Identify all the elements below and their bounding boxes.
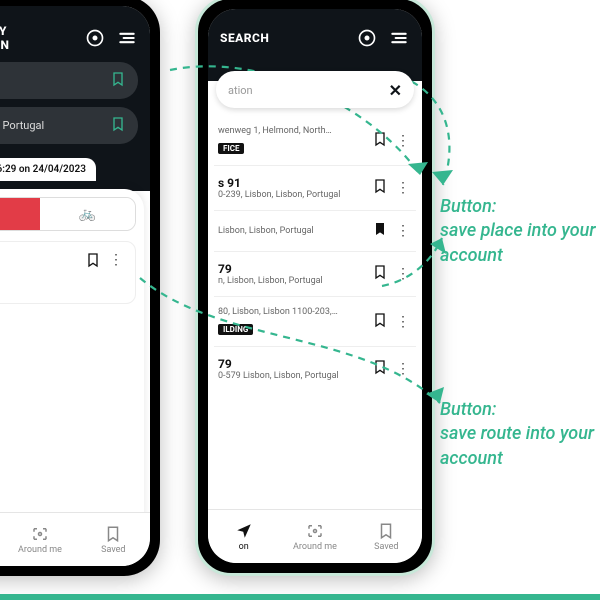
item-address: Lisbon, Lisbon, Portugal bbox=[218, 226, 366, 236]
bookmark-icon[interactable] bbox=[372, 131, 388, 151]
route-title: oz bbox=[0, 252, 79, 266]
list-item[interactable]: 79n, Lisbon, Lisbon, Portugal ⋮ bbox=[214, 251, 416, 296]
bottom-tabs: on Around me Saved bbox=[0, 512, 150, 566]
close-icon[interactable]: ✕ bbox=[389, 81, 402, 100]
origin-field[interactable]: ation bbox=[0, 62, 138, 99]
overflow-icon[interactable]: ⋮ bbox=[394, 314, 412, 330]
tab-saved[interactable]: Saved bbox=[351, 522, 422, 552]
item-badge: ILDING bbox=[218, 324, 253, 335]
list-item[interactable]: 790-579 Lisbon, Lisbon, Portugal ⋮ bbox=[214, 346, 416, 391]
footer-strip bbox=[0, 594, 600, 600]
places-list: wenweg 1, Helmond, North…FICE⋮s 910-239,… bbox=[208, 108, 422, 563]
callout-save-place: Button: save place into your account bbox=[440, 195, 600, 268]
bookmark-icon[interactable] bbox=[372, 221, 388, 241]
item-address: 0-579 Lisbon, Lisbon, Portugal bbox=[218, 371, 366, 381]
tab-navigation[interactable]: on bbox=[208, 522, 279, 552]
item-address: 80, Lisbon, Lisbon 1100-203,… bbox=[218, 307, 366, 317]
depart-time-tab[interactable]: art after 16:29 on 24/04/2023 bbox=[0, 158, 96, 181]
list-item[interactable]: s 910-239, Lisbon, Lisbon, Portugal ⋮ bbox=[214, 165, 416, 210]
mode-walk[interactable]: 🚶 bbox=[0, 198, 40, 230]
page-title: SEARCH bbox=[220, 31, 346, 45]
bookmark-icon[interactable] bbox=[372, 264, 388, 284]
item-address: wenweg 1, Helmond, North… bbox=[218, 126, 366, 136]
overflow-icon[interactable]: ⋮ bbox=[394, 223, 412, 239]
phone-search: SEARCH ation ✕ wenweg 1, Helmond, North…… bbox=[195, 0, 435, 576]
tab-saved[interactable]: Saved bbox=[77, 525, 150, 555]
item-name: 79 bbox=[218, 262, 366, 276]
list-item[interactable]: Lisbon, Lisbon, Portugal ⋮ bbox=[214, 210, 416, 251]
destination-text: oz, Évora, Portugal bbox=[0, 119, 110, 132]
tab-around-me[interactable]: Around me bbox=[279, 522, 350, 552]
overflow-icon[interactable]: ⋮ bbox=[394, 180, 412, 196]
tab-label: Around me bbox=[293, 542, 337, 552]
item-name: s 91 bbox=[218, 176, 366, 190]
route-arrive: 18:31 bbox=[0, 280, 79, 293]
tab-label: on bbox=[239, 542, 249, 552]
item-address: n, Lisbon, Lisbon, Portugal bbox=[218, 276, 366, 286]
bookmark-icon[interactable] bbox=[372, 312, 388, 332]
mode-bike[interactable]: 🚲 bbox=[40, 198, 135, 230]
screen-search: SEARCH ation ✕ wenweg 1, Helmond, North…… bbox=[208, 9, 422, 563]
list-item[interactable]: 80, Lisbon, Lisbon 1100-203,… ILDING ⋮ bbox=[214, 296, 416, 346]
list-item[interactable]: wenweg 1, Helmond, North… FICE ⋮ bbox=[214, 116, 416, 165]
tab-label: Saved bbox=[374, 542, 398, 552]
target-icon[interactable] bbox=[84, 27, 106, 49]
menu-icon[interactable] bbox=[116, 27, 138, 49]
screen-itinerary: ITINERARY SELECTION ation oz, Évora, Por… bbox=[0, 6, 150, 566]
overflow-icon[interactable]: ⋮ bbox=[394, 133, 412, 149]
overflow-icon[interactable]: ⋮ bbox=[394, 361, 412, 377]
bottom-tabs: on Around me Saved bbox=[208, 509, 422, 563]
tab-label: Saved bbox=[101, 545, 125, 555]
header-dark: ITINERARY SELECTION ation oz, Évora, Por… bbox=[0, 6, 150, 191]
results-panel: 🚶 🚲 oz 2 hours 18:31 ⋮ bbox=[0, 189, 144, 566]
tab-around-me[interactable]: Around me bbox=[3, 525, 76, 555]
mode-selector: 🚶 🚲 bbox=[0, 197, 136, 231]
page-title: ITINERARY SELECTION bbox=[0, 24, 74, 52]
bookmark-icon[interactable] bbox=[85, 252, 101, 293]
item-name: 79 bbox=[218, 357, 366, 371]
bookmark-icon[interactable] bbox=[110, 116, 126, 135]
phone-itinerary: ITINERARY SELECTION ation oz, Évora, Por… bbox=[0, 0, 160, 576]
overflow-icon[interactable]: ⋮ bbox=[394, 266, 412, 282]
target-icon[interactable] bbox=[356, 27, 378, 49]
route-duration: 2 hours bbox=[0, 268, 79, 278]
tab-label: Around me bbox=[18, 545, 62, 555]
origin-text: ation bbox=[0, 74, 110, 87]
bookmark-icon[interactable] bbox=[372, 178, 388, 198]
search-input[interactable]: ation bbox=[228, 84, 381, 97]
callout-save-route: Button: save route into your account bbox=[440, 398, 600, 471]
overflow-icon[interactable]: ⋮ bbox=[107, 252, 125, 293]
bookmark-icon[interactable] bbox=[110, 71, 126, 90]
item-badge: FICE bbox=[218, 143, 244, 154]
search-input-card[interactable]: ation ✕ bbox=[216, 71, 414, 108]
route-card[interactable]: oz 2 hours 18:31 ⋮ bbox=[0, 241, 136, 304]
item-address: 0-239, Lisbon, Lisbon, Portugal bbox=[218, 190, 366, 200]
bookmark-icon[interactable] bbox=[372, 359, 388, 379]
destination-field[interactable]: oz, Évora, Portugal bbox=[0, 107, 138, 144]
menu-icon[interactable] bbox=[388, 27, 410, 49]
